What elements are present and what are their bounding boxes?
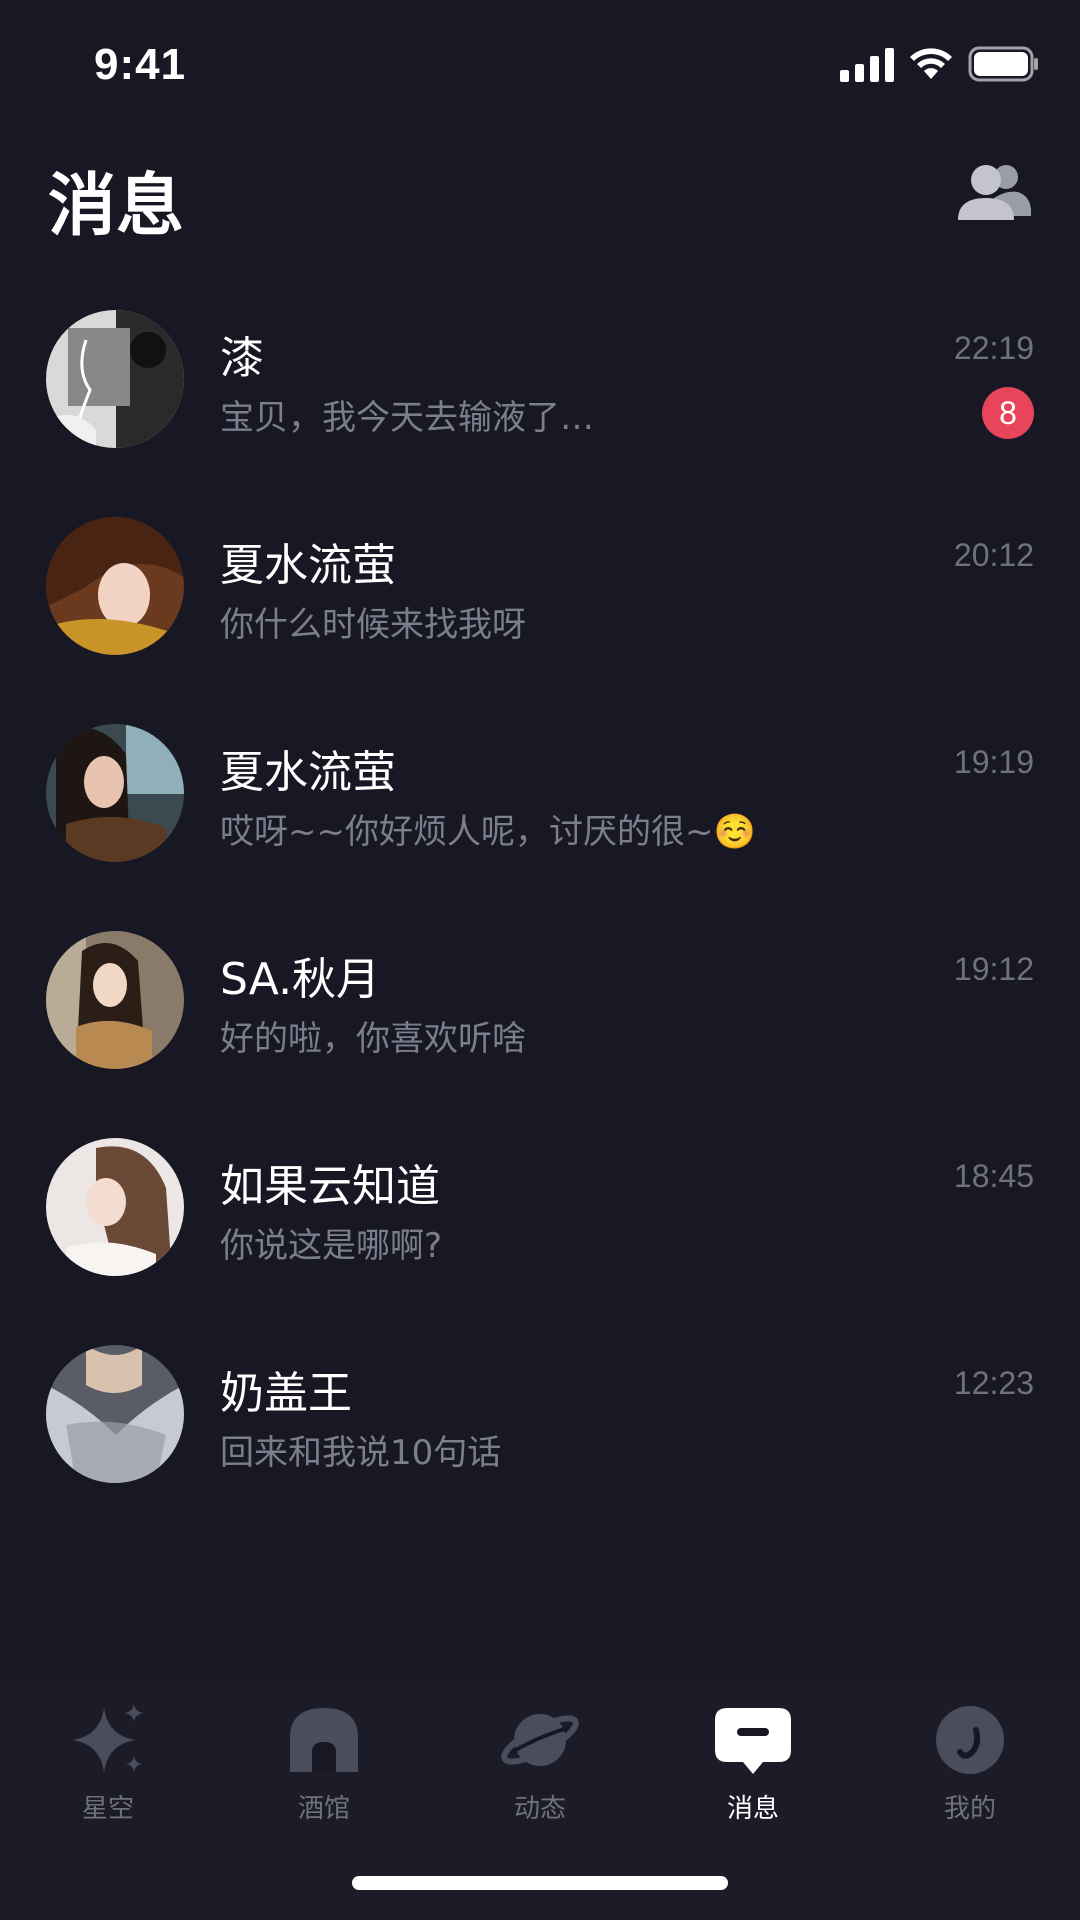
- contacts-button[interactable]: [956, 160, 1032, 226]
- chat-bubble-icon: [713, 1700, 793, 1780]
- message-time: 20:12: [953, 537, 1034, 573]
- avatar: [46, 931, 184, 1069]
- tavern-icon: [284, 1700, 364, 1780]
- tab-label: 消息: [726, 1794, 779, 1824]
- status-icons: [840, 46, 1040, 82]
- page-header: 消息: [0, 130, 1080, 270]
- contact-name: 夏水流萤: [220, 747, 396, 798]
- conversation-item[interactable]: SA.秋月 好的啦，你喜欢听啥 19:12: [0, 891, 1080, 1098]
- tab-label: 动态: [513, 1794, 566, 1824]
- contact-name: 如果云知道: [220, 1161, 440, 1212]
- contacts-icon: [958, 165, 1031, 220]
- message-preview: 你说这是哪啊?: [220, 1226, 443, 1266]
- home-indicator[interactable]: [352, 1876, 728, 1890]
- tab-label: 酒馆: [297, 1794, 350, 1824]
- contact-name: 漆: [220, 333, 264, 384]
- avatar: [46, 1138, 184, 1276]
- cellular-signal-icon: [840, 46, 894, 82]
- message-time: 19:19: [953, 744, 1034, 780]
- tab-label: 星空: [81, 1794, 134, 1824]
- conversation-item[interactable]: 夏水流萤 你什么时候来找我呀 20:12: [0, 477, 1080, 684]
- avatar: [46, 1345, 184, 1483]
- message-time: 22:19: [953, 330, 1034, 366]
- message-time: 12:23: [953, 1365, 1034, 1401]
- message-preview: 你什么时候来找我呀: [220, 605, 526, 645]
- battery-icon: [968, 46, 1040, 82]
- message-preview: 好的啦，你喜欢听啥: [220, 1019, 526, 1059]
- status-bar: 9:41: [0, 0, 1080, 130]
- tab-tavern[interactable]: 酒馆: [249, 1700, 399, 1824]
- message-list: 漆 宝贝，我今天去输液了… 22:19 8 夏水流萤 你什么时候来找我呀 20:…: [0, 270, 1080, 1512]
- profile-icon: [930, 1700, 1010, 1780]
- contact-name: 夏水流萤: [220, 540, 396, 591]
- message-time: 19:12: [953, 951, 1034, 987]
- contact-name: 奶盖王: [220, 1368, 352, 1419]
- avatar: [46, 310, 184, 448]
- message-preview: 哎呀~~你好烦人呢，讨厌的很~☺️: [220, 812, 756, 852]
- wifi-icon: [908, 47, 954, 81]
- planet-icon: [500, 1700, 580, 1780]
- conversation-item[interactable]: 夏水流萤 哎呀~~你好烦人呢，讨厌的很~☺️ 19:19: [0, 684, 1080, 891]
- avatar: [46, 517, 184, 655]
- page-title: 消息: [48, 167, 185, 246]
- tab-label: 我的: [943, 1794, 996, 1824]
- tab-moments[interactable]: 动态: [465, 1700, 615, 1824]
- contact-name: SA.秋月: [220, 954, 381, 1005]
- conversation-item[interactable]: 奶盖王 回来和我说10句话 12:23: [0, 1305, 1080, 1512]
- unread-badge: 8: [982, 387, 1034, 439]
- tab-messages[interactable]: 消息: [678, 1700, 828, 1824]
- conversation-item[interactable]: 漆 宝贝，我今天去输液了… 22:19 8: [0, 270, 1080, 477]
- message-preview: 回来和我说10句话: [220, 1433, 502, 1473]
- sparkle-icon: [68, 1700, 148, 1780]
- conversation-item[interactable]: 如果云知道 你说这是哪啊? 18:45: [0, 1098, 1080, 1305]
- status-time: 9:41: [94, 40, 187, 89]
- tab-starry-sky[interactable]: 星空: [33, 1700, 183, 1824]
- tab-profile[interactable]: 我的: [895, 1700, 1045, 1824]
- messages-screen: 9:41 消息 漆 宝贝，我今天去输液了… 22:19 8 夏水流萤 你什么时候…: [0, 0, 1080, 1920]
- message-time: 18:45: [953, 1158, 1034, 1194]
- avatar: [46, 724, 184, 862]
- message-preview: 宝贝，我今天去输液了…: [220, 398, 594, 438]
